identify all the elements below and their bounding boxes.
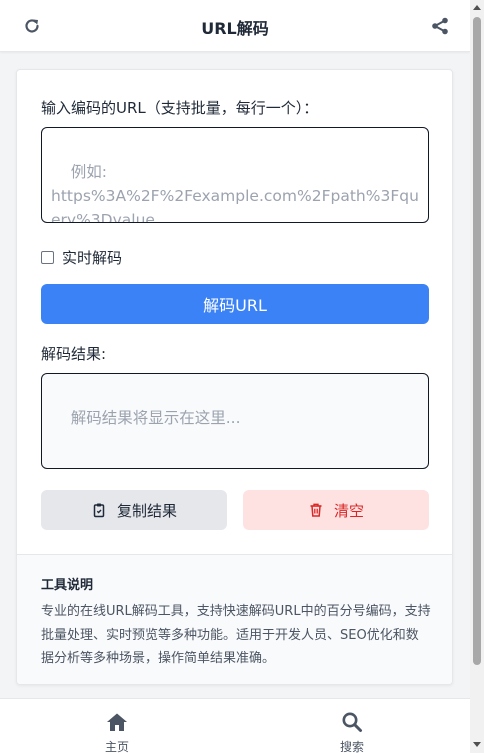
scroll-thumb[interactable]	[473, 17, 481, 665]
tab-search-label: 搜索	[339, 740, 364, 753]
scroll-down-arrow-icon[interactable]	[473, 742, 481, 747]
app-header: URL解码	[0, 0, 470, 52]
clear-button[interactable]: 清空	[243, 490, 429, 530]
trash-icon	[308, 502, 324, 518]
realtime-label: 实时解码	[62, 248, 123, 267]
bottom-tab-bar: 主页 搜索	[0, 698, 470, 753]
clear-button-label: 清空	[333, 501, 364, 520]
clipboard-icon	[91, 502, 107, 518]
copy-button-label: 复制结果	[116, 501, 177, 520]
decoder-card: 输入编码的URL（支持批量，每行一个）： 例如: https%3A%2F%2Fe…	[16, 69, 453, 685]
result-placeholder: 解码结果将显示在这里...	[70, 409, 241, 427]
realtime-checkbox[interactable]	[41, 250, 54, 264]
input-placeholder: 例如: https%3A%2F%2Fexample.com%2Fpath%3Fq…	[51, 163, 419, 223]
resize-handle-icon[interactable]	[418, 458, 426, 466]
page-title: URL解码	[201, 19, 269, 38]
tab-home-label: 主页	[104, 740, 129, 753]
share-icon[interactable]	[430, 16, 450, 36]
decode-result-output[interactable]: 解码结果将显示在这里...	[41, 373, 429, 469]
info-title: 工具说明	[41, 578, 94, 593]
info-text: 专业的在线URL解码工具，支持快速解码URL中的百分号编码，支持批量处理、实时预…	[41, 604, 431, 666]
realtime-decode-toggle[interactable]: 实时解码	[41, 247, 122, 267]
tab-search[interactable]: 搜索	[322, 711, 382, 753]
resize-handle-icon[interactable]	[418, 212, 426, 220]
tool-description: 工具说明 专业的在线URL解码工具，支持快速解码URL中的百分号编码，支持批量处…	[17, 554, 452, 684]
result-label: 解码结果:	[41, 345, 107, 363]
search-icon	[341, 711, 363, 733]
tab-home[interactable]: 主页	[87, 711, 147, 753]
decode-button[interactable]: 解码URL	[41, 284, 429, 324]
home-icon	[106, 711, 128, 733]
encoded-url-input[interactable]: 例如: https%3A%2F%2Fexample.com%2Fpath%3Fq…	[41, 127, 429, 223]
input-label: 输入编码的URL（支持批量，每行一个）：	[41, 99, 319, 117]
page-scrollbar[interactable]	[470, 0, 484, 753]
scroll-up-arrow-icon[interactable]	[473, 5, 481, 10]
copy-result-button[interactable]: 复制结果	[41, 490, 227, 530]
